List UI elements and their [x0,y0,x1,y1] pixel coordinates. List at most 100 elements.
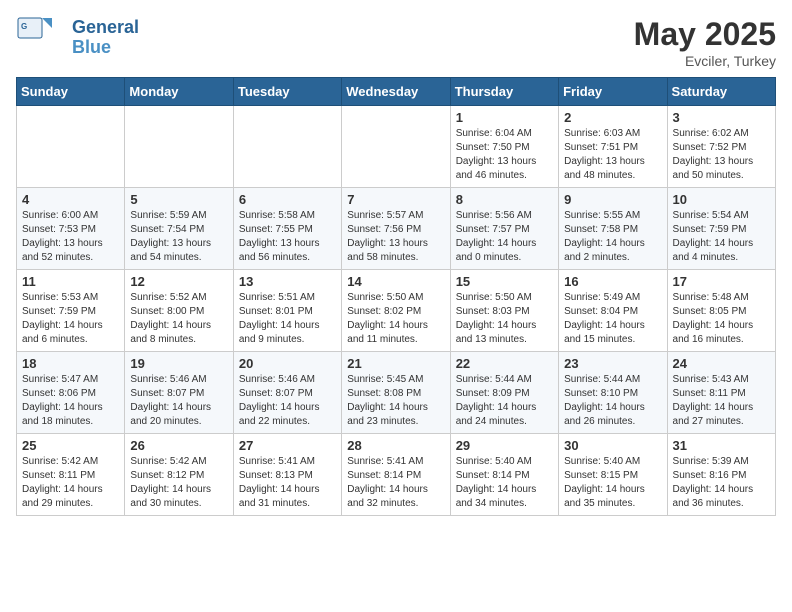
calendar-cell: 26Sunrise: 5:42 AM Sunset: 8:12 PM Dayli… [125,434,233,516]
day-info: Sunrise: 5:53 AM Sunset: 7:59 PM Dayligh… [22,291,119,347]
weekday-header-sunday: Sunday [17,78,125,106]
calendar-cell: 17 Sunrise: 5:48 AM Sunset: 8:05 PM Dayli… [667,270,775,352]
weekday-header-tuesday: Tuesday [233,78,341,106]
day-number: 23 [564,356,661,371]
calendar-cell: 28Sunrise: 5:41 AM Sunset: 8:14 PM Dayli… [342,434,450,516]
day-number: 13 [239,274,336,289]
title-block: May 2025 Evciler, Turkey [634,16,776,69]
logo-svg: G [16,16,66,60]
calendar-week-1: 1Sunrise: 6:04 AM Sunset: 7:50 PM Daylig… [17,106,776,188]
calendar-cell [233,106,341,188]
day-info: Sunrise: 5:57 AM Sunset: 7:56 PM Dayligh… [347,209,444,265]
logo: G General Blue [16,16,139,60]
day-info: Sunrise: 5:45 AM Sunset: 8:08 PM Dayligh… [347,373,444,429]
day-number: 21 [347,356,444,371]
day-info: Sunrise: 5:40 AM Sunset: 8:15 PM Dayligh… [564,455,661,511]
day-info: Sunrise: 6:03 AM Sunset: 7:51 PM Dayligh… [564,127,661,183]
calendar-cell: 24Sunrise: 5:43 AM Sunset: 8:11 PM Dayli… [667,352,775,434]
calendar-header-row: SundayMondayTuesdayWednesdayThursdayFrid… [17,78,776,106]
calendar-cell: 2 Sunrise: 6:03 AM Sunset: 7:51 PM Daylig… [559,106,667,188]
calendar-cell: 20 Sunrise: 5:46 AM Sunset: 8:07 PM Dayli… [233,352,341,434]
day-info: Sunrise: 5:39 AM Sunset: 8:16 PM Dayligh… [673,455,770,511]
calendar-cell: 31 Sunrise: 5:39 AM Sunset: 8:16 PM Dayli… [667,434,775,516]
calendar-week-2: 4 Sunrise: 6:00 AM Sunset: 7:53 PM Daylig… [17,188,776,270]
day-number: 1 [456,110,553,125]
calendar-cell: 15 Sunrise: 5:50 AM Sunset: 8:03 PM Dayli… [450,270,558,352]
location-subtitle: Evciler, Turkey [634,53,776,69]
calendar-cell: 14Sunrise: 5:50 AM Sunset: 8:02 PM Dayli… [342,270,450,352]
weekday-header-monday: Monday [125,78,233,106]
calendar-cell: 12 Sunrise: 5:52 AM Sunset: 8:00 PM Dayli… [125,270,233,352]
day-number: 18 [22,356,119,371]
calendar-table: SundayMondayTuesdayWednesdayThursdayFrid… [16,77,776,516]
day-number: 10 [673,192,770,207]
weekday-header-friday: Friday [559,78,667,106]
calendar-cell: 27Sunrise: 5:41 AM Sunset: 8:13 PM Dayli… [233,434,341,516]
day-number: 5 [130,192,227,207]
day-number: 3 [673,110,770,125]
day-info: Sunrise: 5:48 AM Sunset: 8:05 PM Dayligh… [673,291,770,347]
day-number: 9 [564,192,661,207]
calendar-cell: 1Sunrise: 6:04 AM Sunset: 7:50 PM Daylig… [450,106,558,188]
day-number: 25 [22,438,119,453]
calendar-cell: 8Sunrise: 5:56 AM Sunset: 7:57 PM Daylig… [450,188,558,270]
day-info: Sunrise: 5:49 AM Sunset: 8:04 PM Dayligh… [564,291,661,347]
svg-text:G: G [21,22,27,31]
calendar-week-3: 11 Sunrise: 5:53 AM Sunset: 7:59 PM Dayli… [17,270,776,352]
calendar-cell: 18 Sunrise: 5:47 AM Sunset: 8:06 PM Dayli… [17,352,125,434]
calendar-cell [125,106,233,188]
weekday-header-thursday: Thursday [450,78,558,106]
day-info: Sunrise: 5:56 AM Sunset: 7:57 PM Dayligh… [456,209,553,265]
day-number: 27 [239,438,336,453]
calendar-cell: 4 Sunrise: 6:00 AM Sunset: 7:53 PM Daylig… [17,188,125,270]
day-info: Sunrise: 5:46 AM Sunset: 8:07 PM Dayligh… [239,373,336,429]
day-number: 17 [673,274,770,289]
day-number: 14 [347,274,444,289]
day-number: 11 [22,274,119,289]
calendar-cell: 3 Sunrise: 6:02 AM Sunset: 7:52 PM Daylig… [667,106,775,188]
calendar-cell [342,106,450,188]
day-number: 22 [456,356,553,371]
calendar-cell: 7 Sunrise: 5:57 AM Sunset: 7:56 PM Daylig… [342,188,450,270]
day-number: 4 [22,192,119,207]
day-number: 2 [564,110,661,125]
day-info: Sunrise: 5:52 AM Sunset: 8:00 PM Dayligh… [130,291,227,347]
day-number: 12 [130,274,227,289]
weekday-header-saturday: Saturday [667,78,775,106]
calendar-cell: 9Sunrise: 5:55 AM Sunset: 7:58 PM Daylig… [559,188,667,270]
day-info: Sunrise: 6:00 AM Sunset: 7:53 PM Dayligh… [22,209,119,265]
day-info: Sunrise: 5:44 AM Sunset: 8:10 PM Dayligh… [564,373,661,429]
day-info: Sunrise: 5:59 AM Sunset: 7:54 PM Dayligh… [130,209,227,265]
logo-text: General Blue [72,18,139,58]
day-number: 15 [456,274,553,289]
calendar-cell: 6 Sunrise: 5:58 AM Sunset: 7:55 PM Daylig… [233,188,341,270]
day-info: Sunrise: 5:40 AM Sunset: 8:14 PM Dayligh… [456,455,553,511]
calendar-cell: 30Sunrise: 5:40 AM Sunset: 8:15 PM Dayli… [559,434,667,516]
day-info: Sunrise: 5:58 AM Sunset: 7:55 PM Dayligh… [239,209,336,265]
day-info: Sunrise: 5:44 AM Sunset: 8:09 PM Dayligh… [456,373,553,429]
calendar-cell: 13Sunrise: 5:51 AM Sunset: 8:01 PM Dayli… [233,270,341,352]
month-title: May 2025 [634,16,776,53]
calendar-cell: 29 Sunrise: 5:40 AM Sunset: 8:14 PM Dayli… [450,434,558,516]
day-info: Sunrise: 5:42 AM Sunset: 8:12 PM Dayligh… [130,455,227,511]
calendar-cell [17,106,125,188]
day-info: Sunrise: 5:42 AM Sunset: 8:11 PM Dayligh… [22,455,119,511]
calendar-cell: 16Sunrise: 5:49 AM Sunset: 8:04 PM Dayli… [559,270,667,352]
day-number: 19 [130,356,227,371]
page-header: G General Blue May 2025 Evciler, Turkey [16,16,776,69]
day-number: 29 [456,438,553,453]
weekday-header-wednesday: Wednesday [342,78,450,106]
day-number: 6 [239,192,336,207]
day-info: Sunrise: 5:50 AM Sunset: 8:03 PM Dayligh… [456,291,553,347]
day-number: 31 [673,438,770,453]
calendar-cell: 21 Sunrise: 5:45 AM Sunset: 8:08 PM Dayli… [342,352,450,434]
day-info: Sunrise: 6:02 AM Sunset: 7:52 PM Dayligh… [673,127,770,183]
day-info: Sunrise: 5:41 AM Sunset: 8:14 PM Dayligh… [347,455,444,511]
calendar-cell: 19Sunrise: 5:46 AM Sunset: 8:07 PM Dayli… [125,352,233,434]
day-info: Sunrise: 5:43 AM Sunset: 8:11 PM Dayligh… [673,373,770,429]
calendar-cell: 11 Sunrise: 5:53 AM Sunset: 7:59 PM Dayli… [17,270,125,352]
day-number: 7 [347,192,444,207]
calendar-cell: 22 Sunrise: 5:44 AM Sunset: 8:09 PM Dayli… [450,352,558,434]
day-number: 20 [239,356,336,371]
day-info: Sunrise: 5:47 AM Sunset: 8:06 PM Dayligh… [22,373,119,429]
